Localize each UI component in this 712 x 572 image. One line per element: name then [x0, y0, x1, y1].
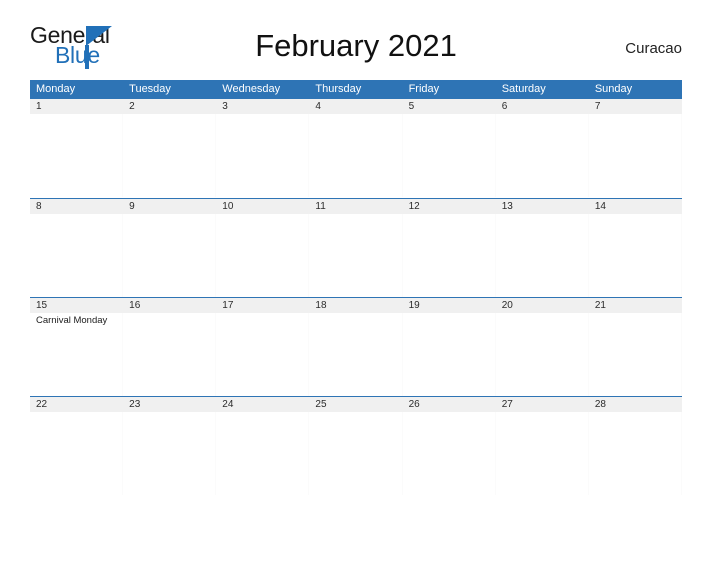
day-number-20[interactable]: 20	[496, 298, 589, 313]
day-cell-13[interactable]	[495, 214, 589, 297]
day-number-3[interactable]: 3	[216, 99, 310, 114]
day-number-8[interactable]: 8	[30, 199, 124, 214]
day-cell-27[interactable]	[495, 412, 589, 495]
day-cell-9[interactable]	[123, 214, 217, 297]
day-number-26[interactable]: 26	[403, 397, 496, 412]
day-cell-12[interactable]	[402, 214, 496, 297]
day-cell-16[interactable]	[123, 313, 217, 396]
date-number-band: 1234567	[30, 99, 682, 114]
day-body-band	[30, 114, 682, 197]
calendar-grid: Monday Tuesday Wednesday Thursday Friday Satu…	[30, 80, 682, 495]
day-cell-5[interactable]	[402, 114, 496, 197]
country-label: Curacao	[625, 40, 682, 57]
day-cell-19[interactable]	[402, 313, 496, 396]
date-number-band: 8 9 10 11 12 13 14	[30, 199, 682, 214]
day-number-11[interactable]: 11	[309, 199, 403, 214]
day-cell-22[interactable]	[30, 412, 124, 495]
day-number-23[interactable]: 23	[123, 397, 217, 412]
weekday-header-tuesday: Tuesday	[129, 83, 171, 95]
calendar-week-row: 15 16 17 18 19 20 21 Carnival Monday	[30, 297, 682, 396]
day-cell-23[interactable]	[123, 412, 217, 495]
day-number-17[interactable]: 17	[216, 298, 310, 313]
weekday-header-sunday: Sunday	[594, 83, 633, 95]
day-number-1[interactable]: 1	[30, 99, 124, 114]
day-cell-4[interactable]	[309, 114, 403, 197]
day-cell-21[interactable]	[588, 313, 682, 396]
weekday-header-saturday: Saturday	[501, 83, 546, 95]
day-cell-2[interactable]	[123, 114, 217, 197]
page-title: February 2021	[255, 28, 457, 63]
day-body-band	[30, 412, 682, 495]
day-number-21[interactable]: 21	[589, 298, 682, 313]
weekday-header-monday: Monday	[36, 83, 76, 95]
day-body-band: Carnival Monday	[30, 313, 682, 396]
calendar-week-row: 8 9 10 11 12 13 14	[30, 198, 682, 297]
day-cell-14[interactable]	[588, 214, 682, 297]
day-body-band	[30, 214, 682, 297]
day-number-13[interactable]: 13	[496, 199, 589, 214]
day-number-28[interactable]: 28	[589, 397, 682, 412]
date-number-band: 15 16 17 18 19 20 21	[30, 298, 682, 313]
date-number-band: 22 23 24 25 26 27 28	[30, 397, 682, 412]
day-cell-3[interactable]	[216, 114, 310, 197]
day-cell-18[interactable]	[309, 313, 403, 396]
day-cell-25[interactable]	[309, 412, 403, 495]
day-cell-17[interactable]	[216, 313, 310, 396]
day-number-18[interactable]: 18	[309, 298, 403, 313]
weekday-header-friday: Friday	[408, 83, 440, 95]
day-number-12[interactable]: 12	[403, 199, 496, 214]
holiday-event: Carnival Monday	[36, 315, 108, 326]
day-cell-10[interactable]	[216, 214, 310, 297]
weekday-header-row: Monday Tuesday Wednesday Thursday Friday Satu…	[30, 80, 682, 99]
day-number-25[interactable]: 25	[309, 397, 403, 412]
day-cell-28[interactable]	[588, 412, 682, 495]
day-number-19[interactable]: 19	[403, 298, 496, 313]
day-cell-11[interactable]	[309, 214, 403, 297]
day-cell-15[interactable]: Carnival Monday	[30, 313, 124, 396]
day-number-24[interactable]: 24	[216, 397, 310, 412]
day-cell-1[interactable]	[30, 114, 124, 197]
calendar-weeks: 1 2 3 4 5 6 7 8 9 10 11 12 13 14 15 16 17 18 19 20 21 Carniva…	[30, 99, 682, 495]
day-number-14[interactable]: 14	[589, 199, 682, 214]
day-cell-24[interactable]	[216, 412, 310, 495]
day-number-5[interactable]: 5	[403, 99, 496, 114]
day-cell-20[interactable]	[495, 313, 589, 396]
day-number-22[interactable]: 22	[30, 397, 124, 412]
day-number-9[interactable]: 9	[123, 199, 217, 214]
day-cell-7[interactable]	[588, 114, 682, 197]
day-number-7[interactable]: 7	[589, 99, 682, 114]
day-number-15[interactable]: 15	[30, 298, 124, 313]
weekday-header-wednesday: Wednesday	[222, 83, 281, 95]
day-number-6[interactable]: 6	[496, 99, 589, 114]
day-number-2[interactable]: 2	[123, 99, 217, 114]
calendar-week-row: 22 23 24 25 26 27 28	[30, 396, 682, 495]
day-cell-6[interactable]	[495, 114, 589, 197]
day-cell-26[interactable]	[402, 412, 496, 495]
day-number-16[interactable]: 16	[123, 298, 217, 313]
day-number-4[interactable]: 4	[309, 99, 403, 114]
day-cell-8[interactable]	[30, 214, 124, 297]
day-number-10[interactable]: 10	[216, 199, 310, 214]
calendar-week-row: 1234567	[30, 99, 682, 198]
day-number-27[interactable]: 27	[496, 397, 589, 412]
weekday-header-thursday: Thursday	[315, 83, 362, 95]
page-header: General Blue February 2021 Curacao	[30, 22, 682, 80]
